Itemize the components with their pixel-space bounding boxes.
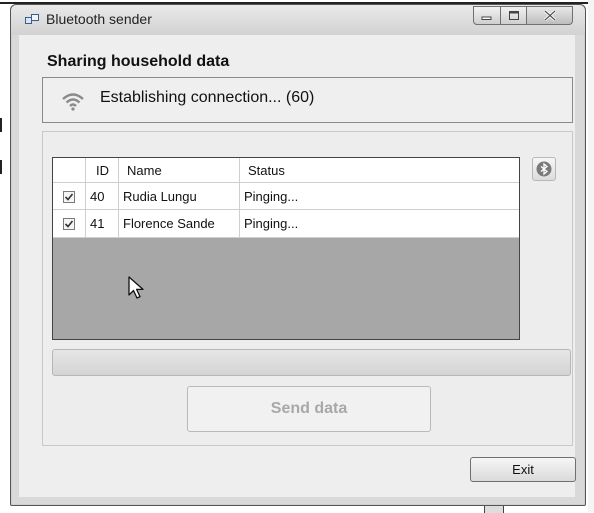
close-button[interactable] <box>527 6 573 25</box>
send-data-button[interactable]: Send data <box>187 386 431 432</box>
row-select-cell <box>53 210 86 237</box>
wifi-icon <box>62 93 84 111</box>
transfer-progress-bar <box>52 349 571 376</box>
page-title: Sharing household data <box>47 53 230 70</box>
bluetooth-sender-window: Bluetooth sender Sharing household data … <box>10 4 586 506</box>
cell-name: Rudia Lungu <box>119 183 240 210</box>
title-bar[interactable]: Bluetooth sender <box>11 5 585 35</box>
checkmark-icon <box>64 219 74 228</box>
background-edge <box>588 0 594 512</box>
minimize-icon <box>481 16 492 20</box>
background-mark <box>0 160 2 174</box>
connection-status-text: Establishing connection... (60) <box>100 89 315 106</box>
table-row[interactable]: 40 Rudia Lungu Pinging... <box>53 182 519 210</box>
cell-id: 41 <box>86 210 119 237</box>
maximize-icon <box>508 11 519 20</box>
maximize-button[interactable] <box>501 6 527 25</box>
close-icon <box>543 10 556 21</box>
table-row[interactable]: 41 Florence Sande Pinging... <box>53 209 519 238</box>
column-header-name[interactable]: Name <box>119 158 240 182</box>
window-client-area: Sharing household data Establishing conn… <box>19 35 576 497</box>
bluetooth-button[interactable] <box>532 157 556 181</box>
row-select-cell <box>53 183 86 210</box>
mouse-cursor-icon <box>128 276 144 299</box>
cell-name: Florence Sande <box>119 210 240 237</box>
cell-status: Pinging... <box>244 216 299 231</box>
bluetooth-icon <box>536 161 552 177</box>
column-header-id[interactable]: ID <box>86 158 119 182</box>
window-app-icon <box>25 14 39 24</box>
cell-status: Pinging... <box>244 189 299 204</box>
row-checkbox[interactable] <box>63 217 75 230</box>
column-header-select[interactable] <box>53 158 86 182</box>
caption-buttons <box>473 6 573 26</box>
exit-button[interactable]: Exit <box>470 457 576 482</box>
checkmark-icon <box>64 192 74 201</box>
minimize-button[interactable] <box>473 6 501 25</box>
column-header-status[interactable]: Status <box>240 158 519 182</box>
background-mark <box>0 118 2 132</box>
window-title: Bluetooth sender <box>46 11 152 27</box>
cell-id: 40 <box>86 183 119 210</box>
household-members-table: ID Name Status 40 Rudia Lungu Pinging... <box>52 157 520 340</box>
table-header: ID Name Status <box>53 158 519 182</box>
connection-status-panel: Establishing connection... (60) <box>42 77 573 123</box>
row-checkbox[interactable] <box>63 190 75 203</box>
